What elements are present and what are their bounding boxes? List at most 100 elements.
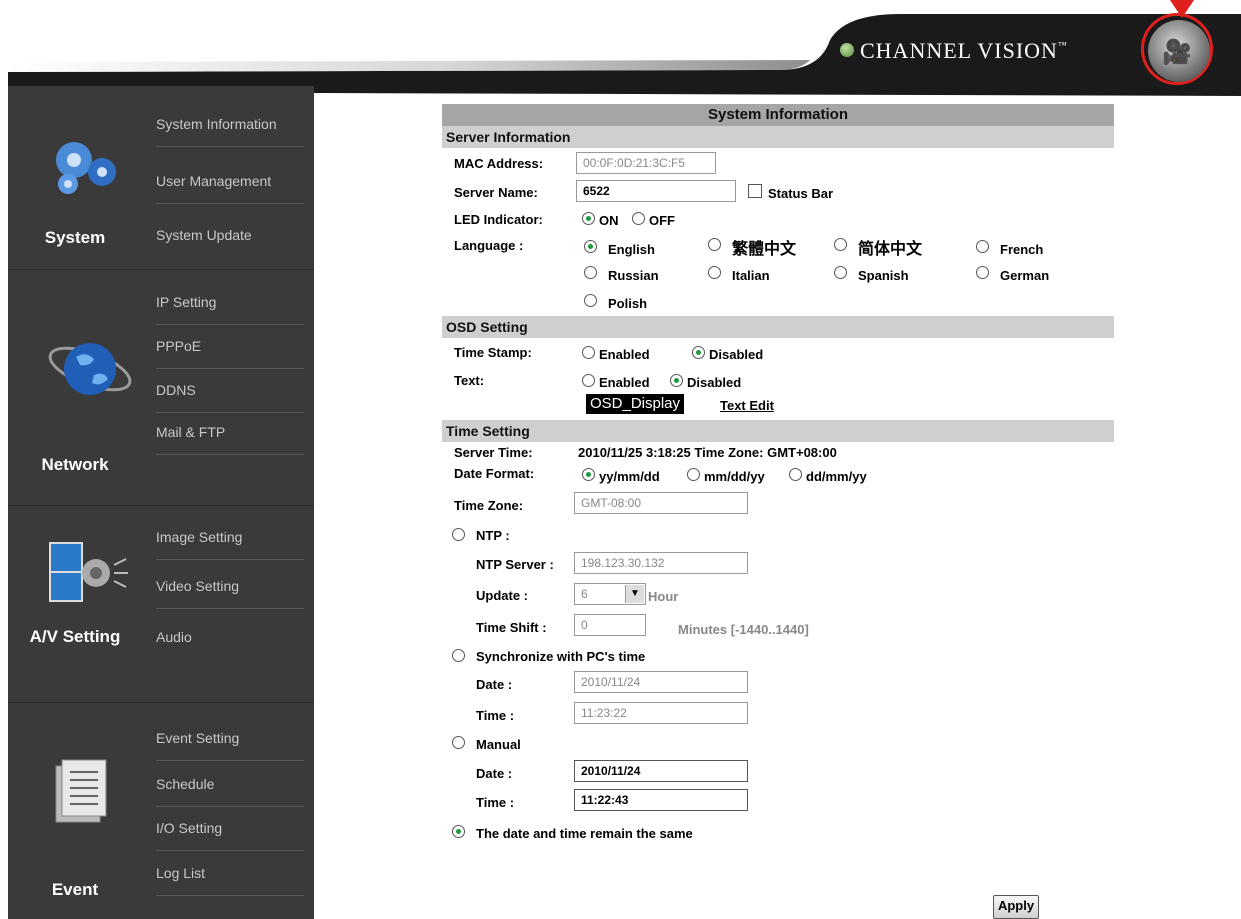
trademark: ™: [1057, 40, 1068, 50]
text-edit-link[interactable]: Text Edit: [720, 398, 774, 413]
main-content: System Information Server Information MA…: [442, 104, 1114, 846]
date-format-ddmmyy-label: dd/mm/yy: [806, 469, 867, 484]
sidebar-item-image-setting[interactable]: Image Setting: [156, 529, 304, 560]
manual-date-field[interactable]: 2010/11/24: [574, 760, 748, 782]
language-radio-spanish[interactable]: [834, 266, 847, 279]
pc-date-label: Date :: [476, 677, 513, 692]
sync-pc-radio[interactable]: [452, 649, 465, 662]
led-on-radio[interactable]: [582, 212, 595, 225]
sidebar-group-system: System System Information User Managemen…: [8, 86, 314, 270]
pc-time-field[interactable]: 11:23:22: [574, 702, 748, 724]
pc-time-row: Time : 11:23:22: [442, 698, 1114, 732]
time-shift-label: Time Shift :: [476, 620, 547, 635]
time-shift-field[interactable]: 0: [574, 614, 646, 636]
apply-button[interactable]: Apply: [993, 895, 1039, 919]
sidebar-item-schedule[interactable]: Schedule: [156, 776, 304, 807]
remain-radio[interactable]: [452, 825, 465, 838]
mac-label: MAC Address:: [454, 156, 544, 171]
osd-display-text: OSD_Display: [586, 394, 685, 414]
date-format-yymmdd-radio[interactable]: [582, 468, 595, 481]
document-list-icon: [55, 759, 107, 823]
sync-pc-label: Synchronize with PC's time: [476, 649, 646, 664]
manual-time-row: Time : 11:22:43: [442, 786, 1114, 822]
language-label-simplified-chinese: 简体中文: [858, 241, 923, 258]
video-audio-icon: [49, 542, 128, 602]
timestamp-label: Time Stamp:: [454, 345, 532, 360]
server-time-row: Server Time: 2010/11/25 3:18:25 Time Zon…: [442, 442, 1114, 462]
language-label-german: German: [1000, 268, 1050, 283]
language-radio-simplified-chinese[interactable]: [834, 238, 847, 251]
sidebar-item-io-setting[interactable]: I/O Setting: [156, 820, 304, 851]
section-server-information: Server Information: [442, 126, 1114, 148]
pc-date-field[interactable]: 2010/11/24: [574, 671, 748, 693]
timestamp-enabled-label: Enabled: [599, 347, 650, 362]
sidebar-item-ddns[interactable]: DDNS: [156, 382, 304, 413]
mac-address-field[interactable]: 00:0F:0D:21:3C:F5: [576, 152, 716, 174]
sidebar-item-mail-ftp[interactable]: Mail & FTP: [156, 424, 304, 455]
led-off-radio[interactable]: [632, 212, 645, 225]
timestamp-disabled-radio[interactable]: [692, 346, 705, 359]
update-select[interactable]: 6 ▼: [574, 583, 646, 605]
date-format-row: Date Format: yy/mm/dd mm/dd/yy dd/mm/yy: [442, 462, 1114, 488]
ntp-server-field[interactable]: 198.123.30.132: [574, 552, 748, 574]
time-shift-unit: Minutes [-1440..1440]: [678, 622, 809, 637]
header: CHANNEL VISION™ 🎥: [0, 0, 1241, 100]
sidebar-item-log-list[interactable]: Log List: [156, 865, 304, 896]
osd-text-row: Text: Enabled Disabled: [442, 366, 1114, 394]
language-radio-german[interactable]: [976, 266, 989, 279]
sidebar-item-audio[interactable]: Audio: [156, 629, 304, 659]
section-time-setting: Time Setting: [442, 420, 1114, 442]
pc-date-row: Date : 2010/11/24: [442, 668, 1114, 698]
update-row: Update : 6 ▼ Hour: [442, 578, 1114, 610]
server-name-field[interactable]: 6522: [576, 180, 736, 202]
manual-time-field[interactable]: 11:22:43: [574, 789, 748, 811]
text-enabled-radio[interactable]: [582, 374, 595, 387]
text-disabled-radio[interactable]: [670, 374, 683, 387]
server-name-row: Server Name: 6522 Status Bar: [442, 176, 1114, 206]
timestamp-disabled-label: Disabled: [709, 347, 764, 362]
sidebar-item-pppoe[interactable]: PPPoE: [156, 338, 304, 369]
sidebar-item-user-management[interactable]: User Management: [156, 173, 304, 204]
ntp-radio[interactable]: [452, 528, 465, 541]
date-format-mmddyy-radio[interactable]: [687, 468, 700, 481]
logo-dot-icon: [840, 43, 854, 57]
sidebar-item-system-information[interactable]: System Information: [156, 116, 304, 147]
manual-date-label: Date :: [476, 766, 513, 781]
manual-radio[interactable]: [452, 736, 465, 749]
brand-logo: CHANNEL VISION™: [840, 38, 1068, 64]
sidebar-group-event: Event Event Setting Schedule I/O Setting…: [8, 702, 314, 919]
language-radio-italian[interactable]: [708, 266, 721, 279]
language-radio-french[interactable]: [976, 240, 989, 253]
sidebar-item-video-setting[interactable]: Video Setting: [156, 578, 304, 609]
pc-time-label: Time :: [476, 708, 515, 723]
sync-pc-row: Synchronize with PC's time: [442, 642, 1114, 668]
timestamp-enabled-radio[interactable]: [582, 346, 595, 359]
sidebar-item-ip-setting[interactable]: IP Setting: [156, 294, 304, 325]
update-select-value: 6: [581, 587, 588, 601]
language-radio-english[interactable]: [584, 240, 597, 253]
language-radio-polish[interactable]: [584, 294, 597, 307]
brand-name: CHANNEL VISION: [860, 38, 1058, 63]
sidebar-group-av-setting: A/V Setting Image Setting Video Setting …: [8, 505, 314, 703]
sidebar-title-event[interactable]: Event: [20, 880, 130, 900]
date-format-yymmdd-label: yy/mm/dd: [599, 469, 660, 484]
sidebar-title-network[interactable]: Network: [20, 455, 130, 475]
language-label-french: French: [1000, 242, 1044, 257]
led-on-label: ON: [599, 213, 619, 228]
sidebar-item-system-update[interactable]: System Update: [156, 227, 304, 257]
language-radio-traditional-chinese[interactable]: [708, 238, 721, 251]
status-bar-label: Status Bar: [768, 186, 834, 201]
language-label: Language :: [454, 238, 524, 253]
chevron-down-icon: ▼: [625, 585, 644, 603]
sidebar-title-av-setting[interactable]: A/V Setting: [8, 627, 142, 647]
time-zone-field[interactable]: GMT-08:00: [574, 492, 748, 514]
gears-icon: [56, 142, 116, 194]
sidebar-item-event-setting[interactable]: Event Setting: [156, 730, 304, 761]
status-bar-checkbox[interactable]: [748, 184, 762, 198]
ntp-server-label: NTP Server :: [476, 557, 554, 572]
camera-view-button[interactable]: 🎥: [1148, 20, 1210, 82]
date-format-ddmmyy-radio[interactable]: [789, 468, 802, 481]
language-radio-russian[interactable]: [584, 266, 597, 279]
sidebar-group-network: Network IP Setting PPPoE DDNS Mail & FTP: [8, 269, 314, 506]
sidebar-title-system[interactable]: System: [20, 228, 130, 248]
